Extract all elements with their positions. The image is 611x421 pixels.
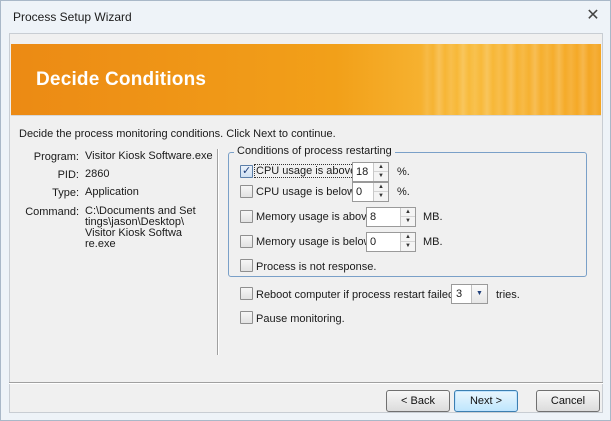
back-button[interactable]: < Back: [386, 390, 450, 412]
memory-above-label[interactable]: Memory usage is above: [256, 211, 373, 223]
pid-value: 2860: [85, 168, 110, 180]
pid-label: PID:: [57, 169, 79, 181]
not-responding-checkbox[interactable]: [240, 259, 253, 272]
cpu-above-label[interactable]: CPU usage is above: [253, 164, 359, 178]
conditions-group-legend: Conditions of process restarting: [234, 145, 395, 157]
dropdown-value: 3: [456, 288, 463, 300]
vertical-divider: [217, 149, 219, 355]
close-icon[interactable]: ✕: [584, 7, 602, 25]
cpu-above-spinner[interactable]: 18 ▲ ▼: [352, 162, 389, 182]
program-value: Visitor Kiosk Software.exe: [85, 150, 213, 162]
chevron-down-icon[interactable]: ▼: [471, 285, 487, 303]
spinner-value: 0: [356, 186, 363, 198]
cpu-below-label[interactable]: CPU usage is below: [256, 186, 355, 198]
spinner-value: 8: [370, 211, 377, 223]
wizard-window: Process Setup Wizard ✕ Decide Conditions…: [0, 0, 611, 421]
command-label: Command:: [25, 206, 79, 218]
memory-below-checkbox[interactable]: [240, 235, 253, 248]
spin-up-icon[interactable]: ▲: [401, 233, 415, 242]
instruction-text: Decide the process monitoring conditions…: [19, 128, 336, 140]
spinner-buttons: ▲ ▼: [373, 163, 388, 181]
memory-above-checkbox[interactable]: [240, 210, 253, 223]
back-button-label: < Back: [401, 395, 435, 407]
reboot-label[interactable]: Reboot computer if process restart faile…: [256, 289, 470, 301]
not-responding-label[interactable]: Process is not response.: [256, 261, 376, 273]
spin-up-icon[interactable]: ▲: [401, 208, 415, 217]
cpu-below-spinner[interactable]: 0 ▲ ▼: [352, 182, 389, 202]
pause-checkbox[interactable]: [240, 311, 253, 324]
cancel-button[interactable]: Cancel: [536, 390, 600, 412]
spin-down-icon[interactable]: ▼: [374, 192, 388, 201]
reboot-suffix: tries.: [496, 289, 520, 301]
page-title: Decide Conditions: [36, 69, 207, 90]
pause-label[interactable]: Pause monitoring.: [256, 313, 345, 325]
spinner-buttons: ▲ ▼: [400, 208, 415, 226]
spin-down-icon[interactable]: ▼: [401, 242, 415, 251]
checkmark-icon: ✓: [242, 165, 252, 177]
spinner-value: 18: [356, 166, 369, 178]
spinner-buttons: ▲ ▼: [400, 233, 415, 251]
spinner-value: 0: [370, 236, 377, 248]
cancel-button-label: Cancel: [550, 395, 586, 407]
spinner-buttons: ▲ ▼: [373, 183, 388, 201]
spin-up-icon[interactable]: ▲: [374, 163, 388, 172]
window-title: Process Setup Wizard: [13, 10, 132, 24]
memory-above-spinner[interactable]: 8 ▲ ▼: [366, 207, 416, 227]
cpu-above-checkbox[interactable]: ✓: [240, 165, 253, 178]
next-button[interactable]: Next >: [454, 390, 518, 412]
cpu-above-unit: %.: [397, 166, 410, 178]
command-value-line: re.exe: [85, 238, 116, 250]
spin-down-icon[interactable]: ▼: [401, 217, 415, 226]
title-bar: Process Setup Wizard ✕: [1, 1, 610, 33]
program-label: Program:: [33, 151, 79, 163]
footer-divider: [9, 382, 603, 384]
banner-decoration: [421, 44, 601, 115]
spin-up-icon[interactable]: ▲: [374, 183, 388, 192]
memory-below-unit: MB.: [423, 236, 443, 248]
type-label: Type:: [52, 187, 79, 199]
next-button-label: Next >: [469, 395, 503, 407]
cpu-below-unit: %.: [397, 186, 410, 198]
memory-above-unit: MB.: [423, 211, 443, 223]
spin-down-icon[interactable]: ▼: [374, 172, 388, 181]
reboot-checkbox[interactable]: [240, 287, 253, 300]
memory-below-label[interactable]: Memory usage is below: [256, 236, 372, 248]
cpu-below-checkbox[interactable]: [240, 185, 253, 198]
type-value: Application: [85, 186, 139, 198]
memory-below-spinner[interactable]: 0 ▲ ▼: [366, 232, 416, 252]
header-banner: Decide Conditions: [11, 44, 601, 115]
banner-divider: [11, 115, 601, 116]
reboot-tries-dropdown[interactable]: 3 ▼: [451, 284, 488, 304]
